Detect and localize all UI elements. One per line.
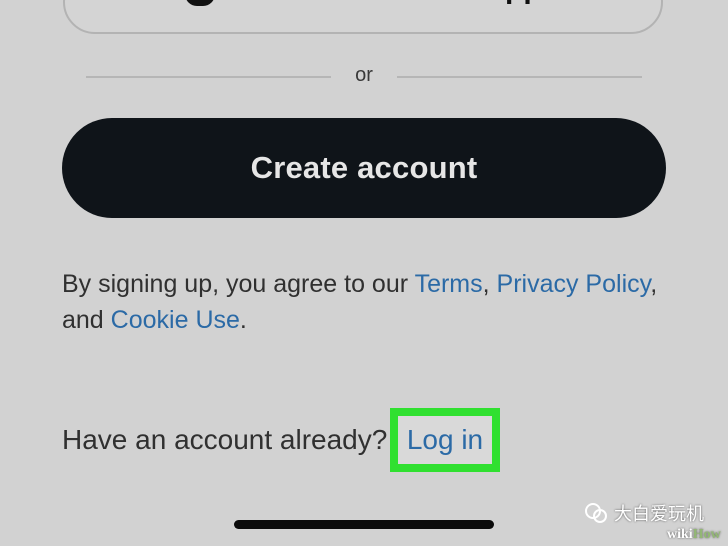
wechat-icon xyxy=(584,502,608,524)
wikihow-wiki: wiki xyxy=(667,527,693,542)
divider-or-text: or xyxy=(355,64,373,86)
terms-link[interactable]: Terms xyxy=(415,270,483,298)
terms-sep2: , xyxy=(650,270,658,298)
create-account-button[interactable]: Create account xyxy=(62,118,666,218)
apple-signup-button[interactable]: pp xyxy=(63,0,663,34)
privacy-policy-link[interactable]: Privacy Policy xyxy=(497,270,651,298)
terms-and: and xyxy=(62,306,111,334)
terms-notice: By signing up, you agree to our Terms, P… xyxy=(62,266,682,338)
login-highlight: Log in xyxy=(390,408,500,472)
apple-button-label: pp xyxy=(505,0,565,4)
watermark: 大白爱玩机 xyxy=(584,500,704,526)
home-indicator[interactable] xyxy=(234,520,494,529)
create-account-label: Create account xyxy=(250,150,478,185)
wikihow-how: How xyxy=(692,527,721,542)
login-link-label: Log in xyxy=(406,424,484,455)
watermark-text: 大白爱玩机 xyxy=(614,504,704,524)
have-account-text: Have an account already? xyxy=(62,424,388,455)
cookie-use-link[interactable]: Cookie Use xyxy=(111,306,240,334)
terms-suffix: . xyxy=(239,306,247,334)
apple-icon xyxy=(185,0,215,6)
terms-sep1: , xyxy=(482,270,497,298)
divider-line-left xyxy=(86,76,331,78)
login-link[interactable]: Log in xyxy=(398,416,492,464)
divider-line-right xyxy=(397,76,642,78)
wikihow-logo: wikiHow xyxy=(667,527,721,543)
terms-prefix: By signing up, you agree to our xyxy=(62,270,415,298)
